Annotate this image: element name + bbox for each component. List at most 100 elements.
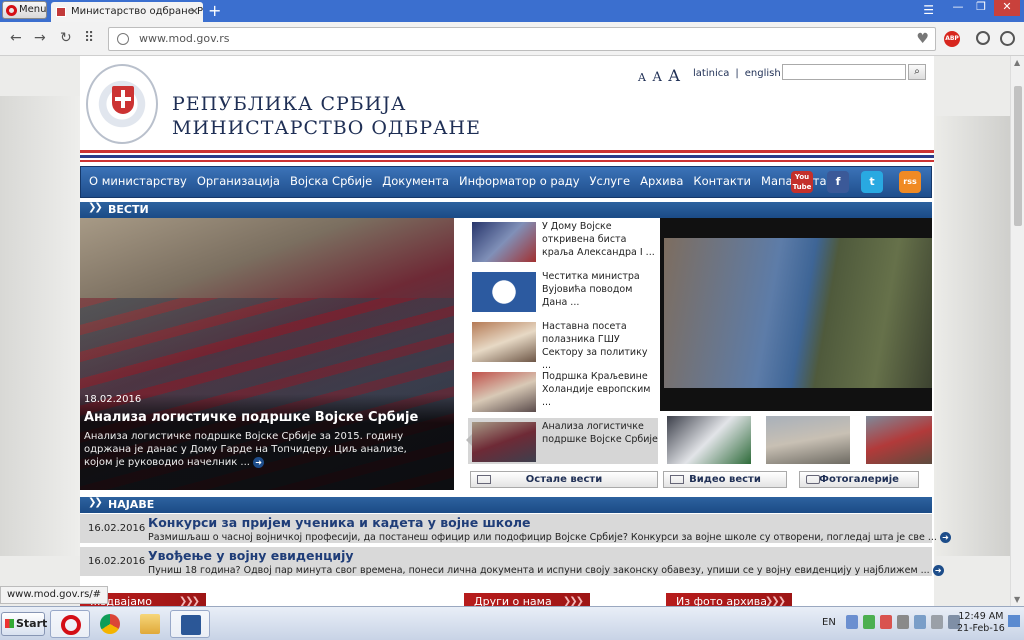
account-icon[interactable]: [1000, 31, 1015, 46]
news-thumb-item-active[interactable]: Анализа логистичке подршке Војске Србије: [466, 418, 658, 464]
read-more-arrow-icon[interactable]: ➜: [939, 532, 951, 543]
font-size-selector: A A A: [638, 66, 683, 85]
video-news-label: Видео вести: [689, 474, 761, 485]
news-thumb-item[interactable]: Наставна посета полазника ГШУ Сектору за…: [468, 318, 658, 371]
browser-menu-button[interactable]: Menu: [2, 1, 47, 19]
video-player[interactable]: [660, 218, 932, 411]
video-news-button[interactable]: Видео вести: [663, 471, 787, 488]
drive-icon[interactable]: [863, 615, 875, 629]
close-window-icon[interactable]: ✕: [994, 0, 1020, 16]
minimize-icon[interactable]: —: [948, 0, 968, 16]
scrollbar-thumb[interactable]: [1014, 86, 1022, 226]
other-news-label: Остале вести: [525, 474, 603, 485]
tray-arrow-icon[interactable]: [846, 615, 858, 629]
lang-english-link[interactable]: english: [745, 68, 781, 79]
input-language[interactable]: EN: [822, 617, 836, 628]
new-tab-button[interactable]: +: [208, 2, 221, 20]
taskbar-explorer[interactable]: [130, 610, 170, 638]
menu-label: Menu: [19, 4, 47, 15]
rss-icon[interactable]: rss: [899, 171, 921, 193]
security-icon[interactable]: [880, 615, 892, 629]
news-thumb-item[interactable]: У Дому Војске откривена биста краља Алек…: [468, 218, 658, 264]
start-label: Start: [16, 617, 48, 630]
maximize-icon[interactable]: ❐: [971, 0, 991, 16]
site-favicon-icon: [56, 7, 66, 17]
video-thumb[interactable]: [766, 416, 850, 464]
scroll-down-icon[interactable]: ▼: [1014, 595, 1020, 604]
announcement-title[interactable]: Увођење у војну евиденцију: [148, 548, 354, 563]
printer-icon[interactable]: [897, 615, 909, 629]
bookmark-heart-icon[interactable]: ♥: [916, 28, 929, 50]
film-icon: [670, 475, 684, 484]
main-nav: О министарству Организација Војска Србиј…: [80, 166, 932, 198]
address-input[interactable]: www.mod.gov.rs ♥: [108, 27, 936, 51]
page-viewport: РЕПУБЛИКА СРБИЈА МИНИСТАРСТВО ОДБРАНЕ A …: [0, 56, 1010, 606]
chrome-icon: [100, 614, 120, 634]
announcement-title[interactable]: Конкурси за пријем ученика и кадета у во…: [148, 515, 531, 530]
photo-gallery-button[interactable]: Фотогалерије: [799, 471, 919, 488]
forward-icon[interactable]: →: [34, 31, 46, 45]
nav-item-informator[interactable]: Информатор о раду: [459, 174, 580, 188]
others-about-us-tab[interactable]: Други о нама ❯❯❯: [464, 593, 590, 606]
video-thumb[interactable]: [866, 416, 932, 464]
main-news-summary: Анализа логистичке подршке Војске Србије…: [84, 431, 407, 468]
adblock-icon[interactable]: ABP: [944, 31, 960, 47]
main-news-date: 18.02.2016: [84, 394, 142, 405]
clock-time: 12:49 AM: [958, 611, 1004, 622]
reload-icon[interactable]: ↻: [60, 31, 72, 45]
background-soldier-image: [934, 116, 1010, 556]
font-size-medium[interactable]: A: [652, 70, 661, 85]
read-more-arrow-icon[interactable]: ➜: [253, 456, 265, 468]
video-thumb[interactable]: [667, 416, 751, 464]
facebook-icon[interactable]: f: [827, 171, 849, 193]
news-section-header: ❯❯ ВЕСТИ: [80, 202, 932, 218]
nav-item-army[interactable]: Војска Србије: [290, 174, 372, 188]
serbian-shield-icon: [112, 86, 134, 114]
youtube-icon[interactable]: You Tube: [791, 171, 813, 193]
taskbar-word[interactable]: [170, 610, 210, 638]
network-icon[interactable]: [914, 615, 926, 629]
font-size-small[interactable]: A: [638, 71, 646, 84]
site-info-icon[interactable]: [117, 33, 129, 45]
signal-icon[interactable]: [931, 615, 943, 629]
news-thumb-image: [472, 322, 536, 362]
nav-item-contacts[interactable]: Контакти: [693, 174, 751, 188]
announcement-row[interactable]: 16.02.2016 Увођење у војну евиденцију Пу…: [80, 547, 944, 578]
scroll-up-icon[interactable]: ▲: [1014, 58, 1020, 67]
start-button[interactable]: Start: [1, 612, 48, 636]
taskbar-opera[interactable]: [50, 610, 90, 638]
lang-latin-link[interactable]: latinica: [693, 68, 729, 79]
news-thumb-item[interactable]: Подршка Краљевине Холандије европским ..…: [468, 368, 658, 414]
page-scrollbar[interactable]: ▲ ▼: [1010, 56, 1024, 606]
speed-dial-icon[interactable]: ⠿: [84, 31, 94, 45]
read-more-arrow-icon[interactable]: ➜: [932, 565, 944, 576]
main-news-title[interactable]: Анализа логистичке подршке Војске Србије: [84, 410, 418, 425]
site-search-input[interactable]: [782, 64, 906, 80]
tab-menu-icon[interactable]: ☰: [923, 3, 934, 17]
main-news-photo[interactable]: 18.02.2016 Анализа логистичке подршке Во…: [80, 218, 454, 490]
nav-item-documents[interactable]: Документа: [382, 174, 449, 188]
nav-item-archive[interactable]: Архива: [640, 174, 683, 188]
show-desktop-icon[interactable]: [1008, 615, 1020, 627]
photo-archive-tab[interactable]: Из фото архива ❯❯❯: [666, 593, 792, 606]
other-news-button[interactable]: Остале вести: [470, 471, 658, 488]
camera-icon: [806, 475, 820, 484]
ministry-crest-logo[interactable]: [86, 64, 158, 144]
news-thumb-title: У Дому Војске откривена биста краља Алек…: [542, 221, 655, 258]
news-thumb-title: Анализа логистичке подршке Војске Србије: [542, 421, 658, 445]
font-size-large[interactable]: A: [668, 66, 680, 85]
browser-tab-bar: Menu Министарство одбране Реп ✕ + ☰ — ❐ …: [0, 0, 1024, 22]
nav-item-organization[interactable]: Организација: [197, 174, 280, 188]
nav-item-about[interactable]: О министарству: [89, 174, 187, 188]
taskbar-clock[interactable]: 12:49 AM 21-Feb-16: [957, 611, 1005, 635]
announcement-row[interactable]: 16.02.2016 Конкурси за пријем ученика и …: [80, 514, 951, 545]
browser-tab[interactable]: Министарство одбране Реп ✕: [51, 2, 203, 22]
tab-close-icon[interactable]: ✕: [190, 2, 199, 22]
search-icon[interactable]: ⌕: [908, 64, 926, 80]
twitter-icon[interactable]: t: [861, 171, 883, 193]
taskbar-chrome[interactable]: [90, 610, 130, 638]
nav-item-services[interactable]: Услуге: [590, 174, 631, 188]
download-icon[interactable]: [976, 31, 990, 45]
back-icon[interactable]: ←: [10, 31, 22, 45]
news-thumb-item[interactable]: Честитка министра Вујовића поводом Дана …: [468, 268, 658, 314]
